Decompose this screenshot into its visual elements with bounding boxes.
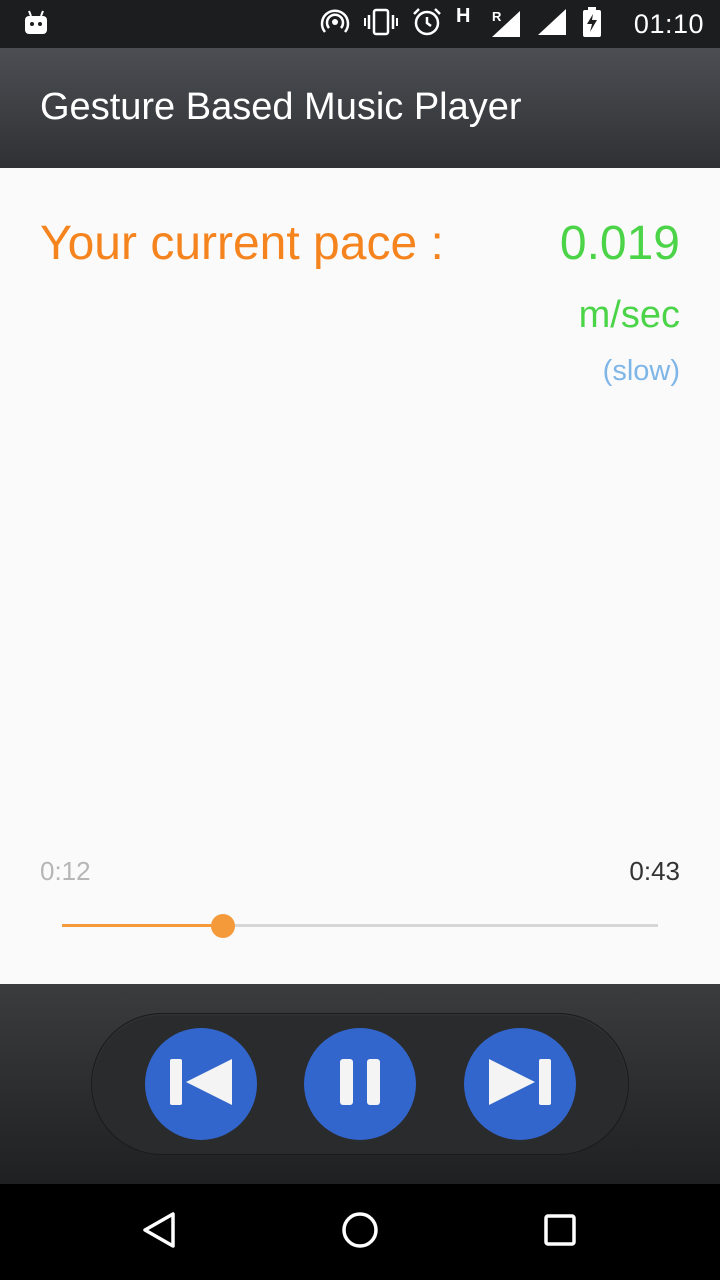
signal-icon: [536, 7, 568, 42]
back-icon: [140, 1210, 180, 1255]
pace-label: Your current pace :: [40, 217, 444, 270]
pace-unit: m/sec: [578, 294, 680, 336]
pace-value: 0.019: [559, 217, 680, 270]
status-clock: 01:10: [633, 9, 704, 39]
previous-icon: [168, 1057, 234, 1112]
alarm-icon: [412, 7, 442, 42]
network-type-label: H: [456, 5, 471, 27]
app-title: Gesture Based Music Player: [40, 86, 522, 128]
seek-thumb[interactable]: [210, 914, 235, 938]
pause-icon: [338, 1057, 382, 1112]
seek-progress: [62, 924, 223, 927]
controls-panel: [91, 1013, 629, 1155]
back-button[interactable]: [140, 1210, 180, 1255]
status-bar: H R 01:10: [0, 0, 720, 48]
main-content: Your current pace : 0.019 m/sec (slow) 0…: [0, 168, 720, 984]
home-button[interactable]: [340, 1210, 380, 1255]
seek-bar[interactable]: [62, 912, 658, 940]
signal-icon: H R: [456, 5, 520, 39]
total-time: 0:43: [629, 856, 680, 886]
recents-button[interactable]: [540, 1212, 580, 1252]
pause-button[interactable]: [304, 1028, 416, 1140]
battery-charging-icon: [582, 6, 602, 42]
previous-button[interactable]: [145, 1028, 257, 1140]
player-controls: [0, 984, 720, 1184]
pace-category: (slow): [602, 355, 680, 387]
next-button[interactable]: [464, 1028, 576, 1140]
home-icon: [340, 1210, 380, 1255]
hotspot-icon: [320, 7, 350, 42]
next-icon: [487, 1057, 553, 1112]
android-icon: [24, 10, 48, 41]
elapsed-time: 0:12: [40, 856, 91, 886]
system-nav-bar: [0, 1184, 720, 1280]
vibrate-icon: [364, 7, 398, 42]
app-bar: Gesture Based Music Player: [0, 48, 720, 168]
recents-icon: [540, 1210, 580, 1255]
